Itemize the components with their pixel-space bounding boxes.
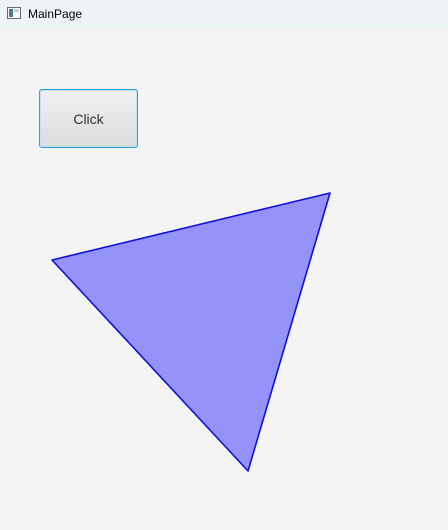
- app-window-icon: [7, 7, 21, 19]
- window-title: MainPage: [28, 7, 83, 21]
- title-bar: MainPage: [0, 0, 448, 28]
- click-button[interactable]: Click: [39, 89, 138, 148]
